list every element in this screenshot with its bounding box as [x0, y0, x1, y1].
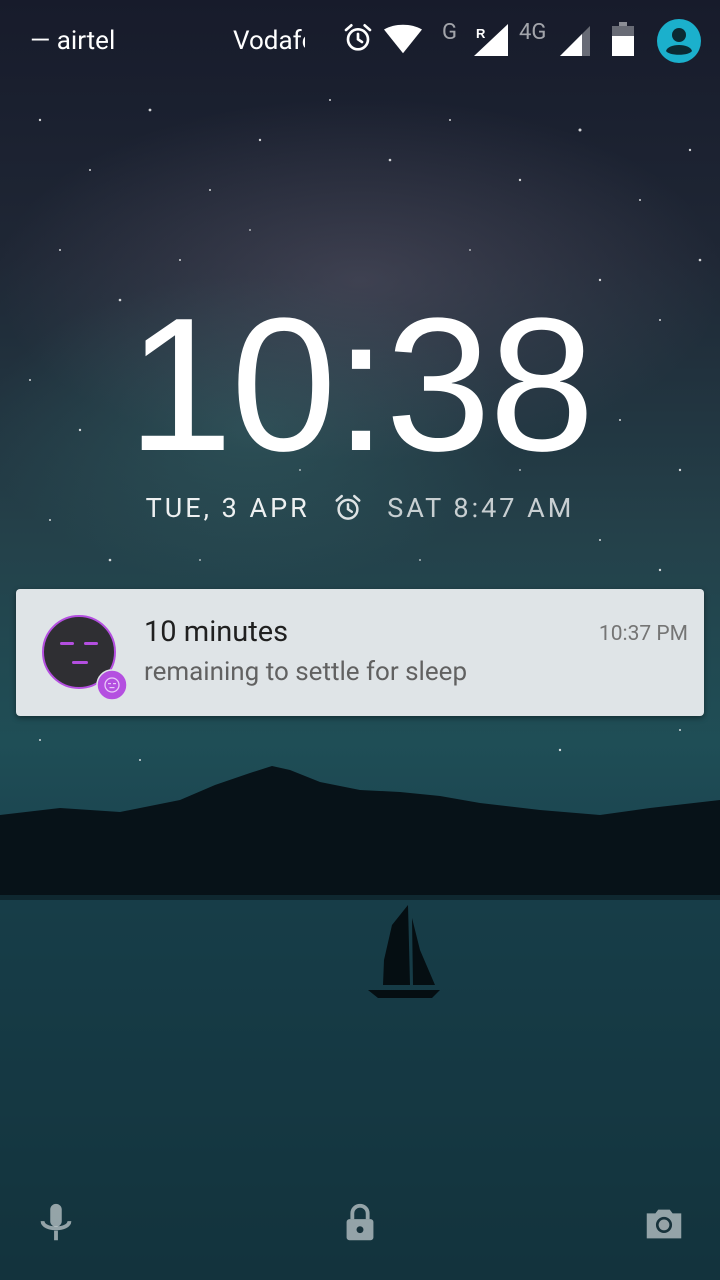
alarm-icon: [344, 24, 372, 51]
alarm-icon: [335, 494, 361, 520]
next-alarm-label: SAT 8:47 AM: [387, 491, 575, 524]
notification-title: 10 minutes: [144, 615, 289, 649]
notification-card[interactable]: 10 minutes remaining to settle for sleep…: [16, 589, 704, 716]
network-type-4g: 4G: [519, 20, 547, 45]
microphone-icon[interactable]: [33, 1200, 79, 1246]
date-label: TUE, 3 APR: [145, 491, 310, 524]
signal-roaming-icon: R: [474, 24, 508, 56]
status-bar: — airtel Vodafone G R 4G: [0, 0, 720, 80]
notification-text: remaining to settle for sleep: [144, 657, 468, 687]
lock-icon[interactable]: [337, 1200, 383, 1246]
network-type-g: G: [442, 20, 457, 45]
user-avatar-icon[interactable]: [656, 18, 702, 64]
lockscreen-clock: 10:38: [127, 279, 594, 491]
carrier-label-vodafone: Vodafone: [233, 26, 305, 56]
carrier-label-airtel: — airtel: [30, 26, 116, 56]
battery-icon: [612, 22, 634, 56]
wifi-icon: [384, 24, 422, 54]
camera-icon[interactable]: [641, 1200, 687, 1246]
signal-icon: [560, 26, 590, 56]
roaming-mark: R: [476, 26, 486, 41]
app-badge-icon: [96, 669, 128, 701]
date-alarm-line: TUE, 3 APR SAT 8:47 AM: [0, 488, 720, 526]
notification-time: 10:37 PM: [598, 622, 688, 646]
